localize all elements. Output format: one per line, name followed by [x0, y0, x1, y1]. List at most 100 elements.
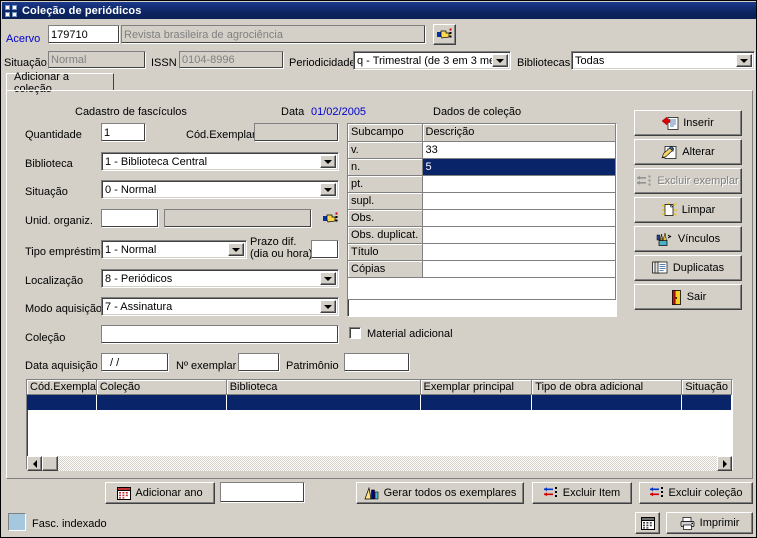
adicionar-ano-button[interactable]: Adicionar ano — [105, 482, 215, 504]
biblioteca-label: Biblioteca — [25, 158, 73, 170]
data-aquisicao-input[interactable]: / / — [101, 353, 169, 372]
table-cell[interactable] — [226, 395, 421, 410]
item-list-column-header[interactable]: Coleção — [96, 380, 227, 395]
subfield-grid-cell-descricao[interactable]: 33 — [422, 141, 616, 159]
modo-aquisicao-select[interactable]: 7 - Assinatura — [101, 297, 339, 316]
issn-label: ISSN — [151, 57, 177, 69]
situacao-label: Situação — [25, 186, 68, 198]
side-button-duplicatas[interactable]: Duplicatas — [634, 255, 742, 281]
table-cell[interactable] — [532, 395, 683, 410]
biblioteca-select[interactable]: 1 - Biblioteca Central — [101, 152, 339, 171]
colecao-input[interactable] — [101, 325, 339, 344]
acervo-input[interactable]: 179710 — [48, 25, 120, 44]
material-adicional-label: Material adicional — [367, 328, 453, 340]
calendar-button[interactable] — [635, 512, 660, 534]
bibliotecas-select[interactable]: Todas — [571, 51, 755, 70]
subfield-grid-cell-subcampo: Obs. — [348, 209, 423, 227]
scroll-right-button[interactable] — [717, 456, 732, 471]
calendar-icon — [117, 486, 132, 500]
subfield-grid[interactable]: Subcampo Descrição v. 33 n. 5 pt. supl. Obs. Ob… — [347, 123, 617, 317]
links-tools-icon — [656, 232, 674, 246]
chevron-down-icon[interactable] — [228, 243, 244, 256]
item-list-column-header[interactable]: Tipo de obra adicional — [532, 380, 683, 395]
subfield-grid-cell-descricao[interactable] — [422, 175, 616, 193]
subfield-grid-row[interactable]: supl. — [348, 192, 616, 210]
periodicidade-label: Periodicidade — [289, 57, 356, 69]
subfield-grid-filler-cell — [348, 277, 616, 300]
localizacao-select[interactable]: 8 - Periódicos — [101, 269, 339, 288]
subfield-grid-row[interactable]: Obs. — [348, 209, 616, 227]
table-cell[interactable] — [682, 395, 732, 410]
situacao-select[interactable]: 0 - Normal — [101, 180, 339, 199]
tipo-emprestimo-label: Tipo empréstimo — [25, 246, 107, 258]
ano-input[interactable] — [220, 482, 305, 503]
excluir-colecao-button[interactable]: Excluir coleção — [639, 482, 753, 504]
edit-document-icon — [661, 145, 678, 159]
subfield-grid-cell-descricao[interactable] — [422, 243, 616, 261]
subfield-grid-cell-descricao[interactable] — [422, 209, 616, 227]
chevron-down-icon[interactable] — [492, 54, 508, 67]
chevron-down-icon[interactable] — [320, 155, 336, 168]
subfield-grid-cell-subcampo: Obs. duplicat. — [348, 226, 423, 244]
subfield-grid-cell-descricao[interactable]: 5 — [422, 158, 616, 176]
quantidade-input[interactable]: 1 — [101, 123, 146, 142]
excluir-item-label: Excluir Item — [562, 487, 621, 499]
hand-pointer-icon — [322, 212, 338, 225]
item-list-rows[interactable] — [27, 395, 732, 410]
imprimir-button[interactable]: Imprimir — [666, 512, 753, 534]
prazo-dif-input[interactable] — [311, 240, 339, 259]
patrimonio-input[interactable] — [344, 353, 410, 372]
side-button-v-nculos[interactable]: Vínculos — [634, 226, 742, 252]
table-cell[interactable] — [96, 395, 227, 410]
item-list-column-header[interactable]: Biblioteca — [226, 380, 421, 395]
subfield-grid-row[interactable]: Obs. duplicat. — [348, 226, 616, 244]
side-button-sair[interactable]: Sair — [634, 284, 742, 310]
side-button-label: Alterar — [682, 146, 715, 158]
subfield-grid-cell-subcampo: Título — [348, 243, 423, 261]
subfield-grid-cell-descricao[interactable] — [422, 192, 616, 210]
subfield-grid-row[interactable]: pt. — [348, 175, 616, 193]
table-cell[interactable] — [27, 395, 97, 410]
gerar-todos-exemplares-label: Gerar todos os exemplares — [383, 487, 517, 499]
item-list-column-header[interactable]: Exemplar principal — [420, 380, 533, 395]
chevron-down-icon[interactable] — [320, 272, 336, 285]
table-cell[interactable] — [420, 395, 533, 410]
gerar-todos-exemplares-button[interactable]: Gerar todos os exemplares — [356, 482, 524, 504]
side-button-alterar[interactable]: Alterar — [634, 139, 742, 165]
excluir-colecao-label: Excluir coleção — [668, 487, 743, 499]
localizacao-label: Localização — [25, 275, 84, 287]
subfield-grid-cell-subcampo: supl. — [348, 192, 423, 210]
scroll-thumb[interactable] — [42, 456, 58, 471]
subfield-grid-row[interactable]: Título — [348, 243, 616, 261]
excluir-item-button[interactable]: Excluir Item — [532, 482, 632, 504]
tab-adicionar-a-colecao[interactable]: Adicionar a coleção — [6, 71, 114, 95]
item-list-column-header[interactable]: Situação — [682, 380, 732, 395]
subfield-grid-row[interactable]: Cópias — [348, 260, 616, 278]
unid-organiz-code-input[interactable] — [101, 209, 159, 228]
subfield-grid-cell-descricao[interactable] — [422, 260, 616, 278]
material-adicional-checkbox[interactable] — [349, 327, 361, 339]
tipo-emprestimo-select[interactable]: 1 - Normal — [101, 240, 247, 259]
subfield-grid-cell-descricao[interactable] — [422, 226, 616, 244]
side-button-inserir[interactable]: Inserir — [634, 110, 742, 136]
acervo-lookup-button[interactable] — [433, 24, 456, 45]
item-list-hscrollbar[interactable] — [27, 456, 732, 471]
subfield-grid-row[interactable]: v. 33 — [348, 141, 616, 159]
unid-organiz-lookup-button[interactable] — [319, 209, 341, 228]
subfield-grid-cell-subcampo: Cópias — [348, 260, 423, 278]
subfield-grid-row[interactable]: n. 5 — [348, 158, 616, 176]
chevron-down-icon[interactable] — [320, 300, 336, 313]
scroll-left-button[interactable] — [27, 456, 42, 471]
side-button-label: Sair — [686, 291, 707, 303]
exit-door-icon — [670, 289, 683, 305]
chevron-down-icon[interactable] — [320, 183, 336, 196]
chevron-down-icon[interactable] — [736, 54, 752, 67]
periodicidade-select[interactable]: q - Trimestral (de 3 em 3 mes — [353, 51, 511, 70]
subfield-grid-cell-subcampo: n. — [348, 158, 423, 176]
n-exemplar-input[interactable] — [238, 353, 280, 372]
table-row[interactable] — [27, 395, 732, 410]
scroll-track[interactable] — [58, 456, 717, 471]
side-button-limpar[interactable]: Limpar — [634, 197, 742, 223]
situacao-value: 0 - Normal — [105, 183, 157, 196]
item-list-column-header[interactable]: Cód.Exemplar — [27, 380, 97, 395]
